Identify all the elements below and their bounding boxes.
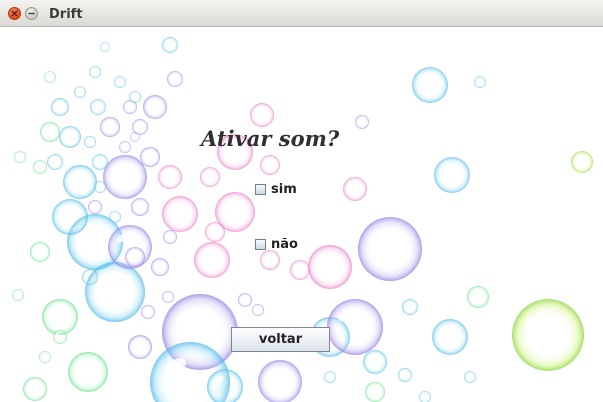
bubble bbox=[89, 66, 101, 78]
bubble bbox=[14, 151, 26, 163]
bubble bbox=[68, 352, 108, 392]
bubble bbox=[129, 91, 141, 103]
bubble bbox=[84, 136, 96, 148]
bubble bbox=[571, 151, 593, 173]
page-title: Ativar som? bbox=[201, 126, 340, 151]
bubble bbox=[205, 222, 225, 242]
bubble bbox=[412, 67, 448, 103]
bubble bbox=[114, 76, 126, 88]
bubble bbox=[109, 211, 121, 223]
close-icon[interactable] bbox=[8, 7, 21, 20]
bubble bbox=[290, 260, 310, 280]
bubble bbox=[44, 71, 56, 83]
bubble bbox=[30, 242, 50, 262]
bubble bbox=[363, 350, 387, 374]
bubble bbox=[82, 269, 98, 285]
bubble bbox=[130, 132, 140, 142]
bubble bbox=[327, 299, 383, 355]
bubble bbox=[51, 98, 69, 116]
bubble bbox=[365, 382, 385, 402]
sim-label: sim bbox=[271, 182, 297, 197]
bubble bbox=[23, 377, 47, 401]
bubble bbox=[40, 122, 60, 142]
bubble bbox=[162, 37, 178, 53]
bubble bbox=[42, 299, 78, 335]
bubble bbox=[343, 177, 367, 201]
bubble bbox=[158, 165, 182, 189]
bubble bbox=[59, 126, 81, 148]
bubble bbox=[464, 371, 476, 383]
bubble bbox=[308, 245, 352, 289]
bubble bbox=[141, 305, 155, 319]
bubble bbox=[250, 103, 274, 127]
bubble bbox=[252, 304, 264, 316]
nao-checkbox[interactable] bbox=[255, 239, 266, 250]
bubble bbox=[432, 319, 468, 355]
bubble bbox=[324, 371, 336, 383]
bubble bbox=[103, 155, 147, 199]
bubble bbox=[140, 147, 160, 167]
app-window: Drift Ativar som? sim não voltar bbox=[0, 0, 603, 402]
bubble bbox=[238, 293, 252, 307]
bubble bbox=[260, 250, 280, 270]
bubble bbox=[131, 198, 149, 216]
bubble bbox=[47, 154, 63, 170]
bubble bbox=[419, 391, 431, 402]
bubble bbox=[94, 181, 106, 193]
bubble bbox=[53, 330, 67, 344]
bubble bbox=[355, 115, 369, 129]
bubble bbox=[143, 95, 167, 119]
bubble bbox=[128, 335, 152, 359]
title-bar[interactable]: Drift bbox=[0, 0, 603, 27]
bubble bbox=[258, 360, 302, 402]
bubble bbox=[402, 299, 418, 315]
bubble bbox=[88, 200, 102, 214]
bubble bbox=[474, 76, 486, 88]
bubble bbox=[467, 286, 489, 308]
bubble bbox=[33, 160, 47, 174]
bubble bbox=[39, 351, 51, 363]
bubble bbox=[398, 368, 412, 382]
bubble bbox=[194, 242, 230, 278]
back-button[interactable]: voltar bbox=[231, 327, 330, 352]
bubble bbox=[163, 230, 177, 244]
bubble bbox=[74, 86, 86, 98]
bubble bbox=[434, 157, 470, 193]
option-sim[interactable]: sim bbox=[255, 182, 297, 197]
sim-checkbox[interactable] bbox=[255, 184, 266, 195]
bubble bbox=[358, 217, 422, 281]
bubble bbox=[12, 289, 24, 301]
bubble bbox=[167, 71, 183, 87]
option-nao[interactable]: não bbox=[255, 237, 298, 252]
bubble bbox=[100, 42, 110, 52]
bubble bbox=[90, 99, 106, 115]
bubble bbox=[200, 167, 220, 187]
bubble bbox=[100, 117, 120, 137]
bubble bbox=[162, 291, 174, 303]
nao-label: não bbox=[271, 237, 298, 252]
bubble bbox=[125, 247, 145, 267]
bubble bbox=[151, 258, 169, 276]
window-title: Drift bbox=[49, 7, 83, 22]
bubble bbox=[92, 154, 108, 170]
bubble bbox=[260, 155, 280, 175]
minimize-icon[interactable] bbox=[25, 7, 38, 20]
bubble bbox=[63, 165, 97, 199]
content-panel: Ativar som? sim não voltar bbox=[0, 27, 603, 402]
bubble bbox=[52, 199, 88, 235]
bubble bbox=[512, 299, 584, 371]
bubble bbox=[119, 141, 131, 153]
bubble bbox=[162, 196, 198, 232]
